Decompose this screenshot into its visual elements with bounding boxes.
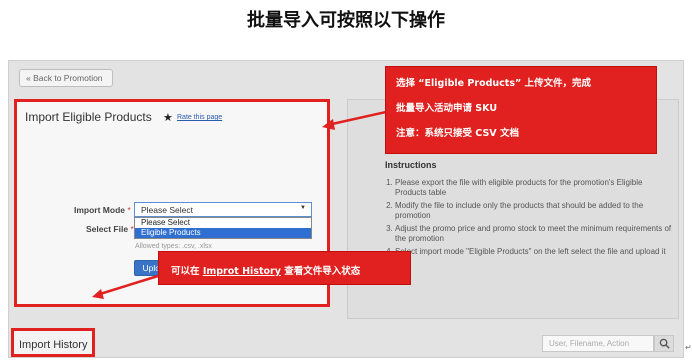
return-mark: ↵: [685, 343, 692, 352]
annotation-arrowhead-top: [322, 119, 335, 130]
callout-text-suffix: 查看文件导入状态: [280, 266, 361, 277]
annotation-arrow-top: [331, 110, 387, 126]
callout-text-prefix: 可以在: [171, 266, 203, 277]
annotation-arrow-bottom: [99, 274, 159, 296]
annotation-arrows: [92, 110, 387, 299]
callout-history-link: Improt History: [202, 266, 281, 277]
callout-import-history: 可以在 Improt History 查看文件导入状态: [158, 251, 411, 285]
annotation-arrowhead-bottom: [92, 289, 104, 299]
callout-line: 注意：系统只接受 CSV 文档: [396, 128, 519, 139]
callout-select-eligible-products: 选择 “Eligible Products” 上传文件，完成 批量导入活动申请 …: [385, 66, 657, 154]
callout-line: 批量导入活动申请 SKU: [396, 103, 498, 114]
callout-line: 选择 “Eligible Products” 上传文件，完成: [396, 78, 592, 89]
